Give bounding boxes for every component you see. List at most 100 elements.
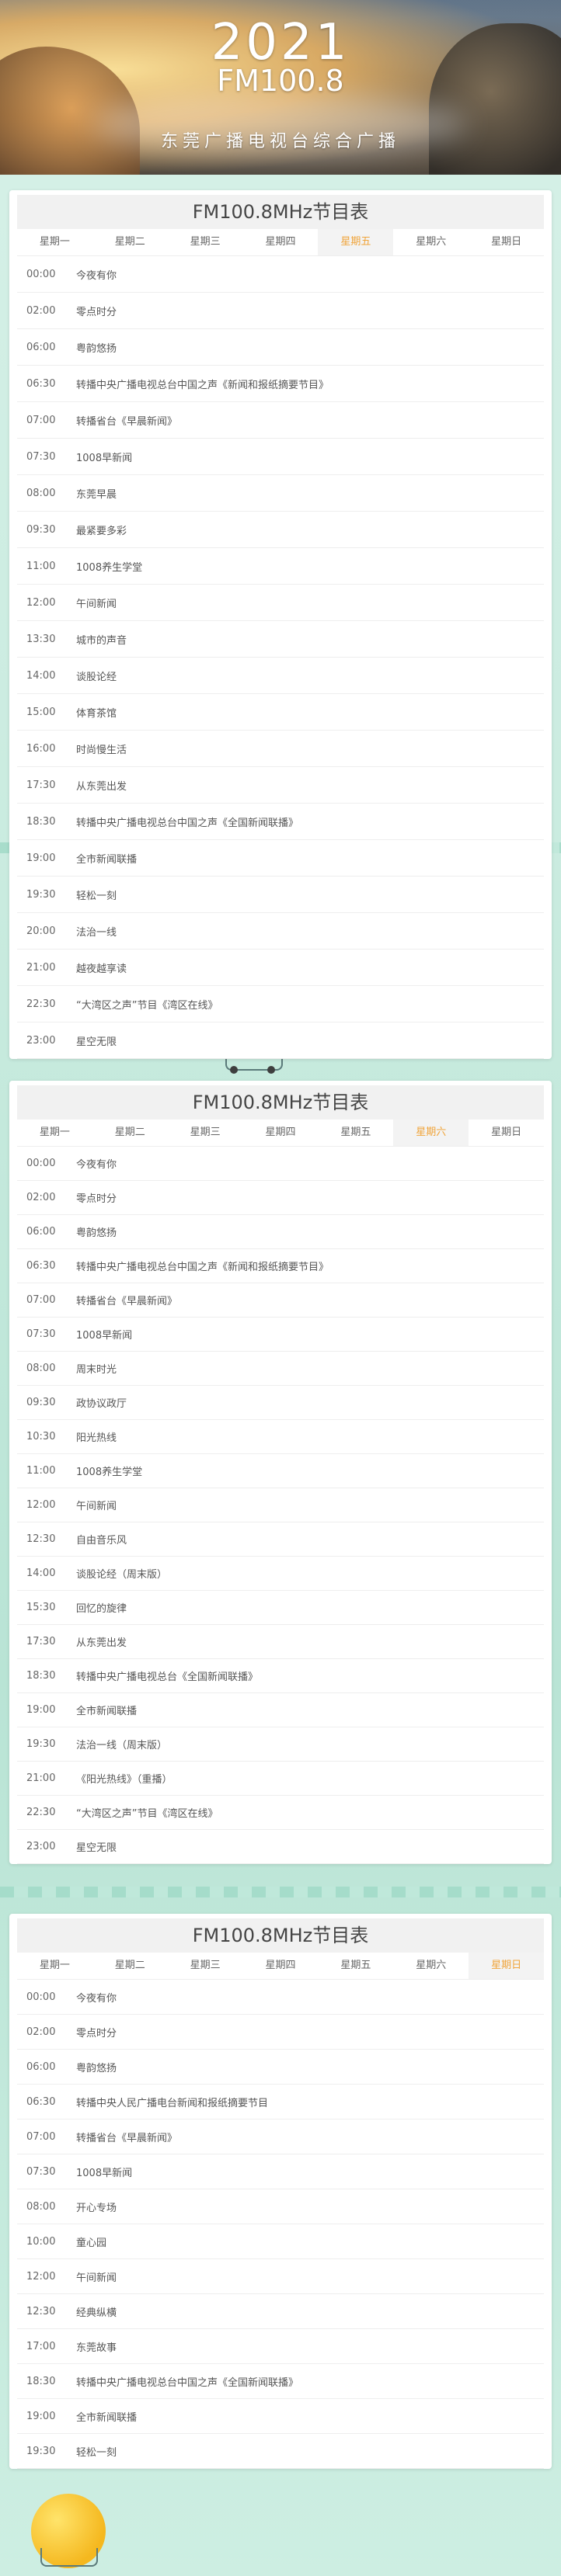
program-time: 00:00	[26, 1158, 56, 1169]
program-name: 今夜有你	[76, 1992, 117, 2005]
tab-weekday[interactable]: 星期一	[17, 229, 92, 255]
wheel-decoration	[230, 1066, 238, 1074]
program-row: 00:00 今夜有你	[17, 1147, 544, 1181]
tab-weekday[interactable]: 星期二	[92, 1953, 168, 1979]
program-time: 07:30	[26, 2165, 56, 2178]
program-time: 19:00	[26, 1704, 56, 1716]
program-name: 1008早新闻	[76, 2167, 133, 2179]
tab-weekday[interactable]: 星期三	[167, 229, 243, 255]
tab-weekday[interactable]: 星期六	[393, 229, 469, 255]
decorative-strip	[0, 1887, 561, 1897]
program-time: 12:00	[26, 2270, 56, 2283]
program-name: 转播中央广播电视总台中国之声《新闻和报纸摘要节目》	[76, 379, 329, 391]
tab-weekday[interactable]: 星期日	[469, 1953, 545, 1979]
program-time: 19:30	[26, 1738, 56, 1750]
program-name: 体育茶馆	[76, 707, 117, 720]
program-time: 07:00	[26, 2130, 56, 2143]
program-time: 07:30	[26, 450, 56, 463]
program-time: 02:00	[26, 304, 56, 317]
program-row: 11:00 1008养生学堂	[17, 1454, 544, 1488]
program-name: 星空无限	[76, 1036, 117, 1048]
program-row: 17:30 从东莞出发	[17, 767, 544, 804]
program-time: 18:30	[26, 2375, 56, 2387]
program-time: 15:00	[26, 706, 56, 718]
tab-weekday[interactable]: 星期五	[318, 229, 394, 255]
program-row: 18:30 转播中央广播电视总台中国之声《全国新闻联播》	[17, 2364, 544, 2399]
program-row: 00:00 今夜有你	[17, 256, 544, 293]
tab-weekday[interactable]: 星期五	[318, 1953, 394, 1979]
program-row: 17:30 从东莞出发	[17, 1625, 544, 1659]
program-row: 07:30 1008早新闻	[17, 439, 544, 475]
program-name: 周末时光	[76, 1364, 117, 1376]
program-name: 越夜越享读	[76, 963, 127, 975]
program-row: 02:00 零点时分	[17, 2015, 544, 2050]
tab-weekday[interactable]: 星期六	[393, 1120, 469, 1146]
program-name: 转播省台《早晨新闻》	[76, 2132, 178, 2144]
tab-weekday[interactable]: 星期一	[17, 1120, 92, 1146]
program-time: 12:30	[26, 1533, 56, 1545]
program-name: “大湾区之声”节目《湾区在线》	[76, 1808, 218, 1820]
schedule-card: FM100.8MHz节目表 星期一 星期二 星期三 星期四 星期五 星期六 星期日 00:0…	[9, 1081, 552, 1864]
program-name: 转播中央人民广播电台新闻和报纸摘要节目	[76, 2097, 269, 2109]
tab-weekday[interactable]: 星期三	[167, 1953, 243, 1979]
schedule-list: 00:00 今夜有你 02:00 零点时分 06:00 粤韵悠扬 06:30 转播中央人民广播…	[17, 1980, 544, 2469]
program-time: 15:30	[26, 1602, 56, 1613]
program-time: 23:00	[26, 1034, 56, 1047]
program-row: 07:00 转播省台《早晨新闻》	[17, 1283, 544, 1318]
program-name: 1008养生学堂	[76, 1467, 143, 1478]
tab-weekday[interactable]: 星期四	[242, 1953, 319, 1979]
program-time: 12:00	[26, 1499, 56, 1511]
program-row: 12:30 自由音乐风	[17, 1522, 544, 1557]
program-row: 12:00 午间新闻	[17, 1488, 544, 1522]
program-time: 02:00	[26, 1192, 56, 1203]
program-row: 07:00 转播省台《早晨新闻》	[17, 2119, 544, 2154]
program-name: 转播省台《早晨新闻》	[76, 415, 178, 428]
program-time: 07:30	[26, 1328, 56, 1340]
program-row: 07:30 1008早新闻	[17, 2154, 544, 2189]
program-name: 从东莞出发	[76, 780, 127, 793]
program-row: 19:00 全市新闻联播	[17, 840, 544, 877]
program-time: 09:30	[26, 523, 56, 536]
tab-weekday[interactable]: 星期五	[318, 1120, 394, 1146]
program-name: 今夜有你	[76, 269, 117, 282]
tab-weekday[interactable]: 星期一	[17, 1953, 92, 1979]
program-time: 23:00	[26, 1841, 56, 1852]
program-name: 午间新闻	[76, 2272, 117, 2284]
program-time: 12:00	[26, 596, 56, 609]
program-row: 06:00 粤韵悠扬	[17, 329, 544, 366]
tab-weekday[interactable]: 星期四	[242, 1120, 319, 1146]
tab-weekday[interactable]: 星期四	[242, 229, 319, 255]
wheel-decoration	[267, 1066, 275, 1074]
program-row: 16:00 时尚慢生活	[17, 731, 544, 767]
program-row: 06:30 转播中央广播电视总台中国之声《新闻和报纸摘要节目》	[17, 1249, 544, 1283]
program-name: 转播中央广播电视总台中国之声《全国新闻联播》	[76, 2376, 299, 2389]
program-name: 转播中央广播电视总台中国之声《新闻和报纸摘要节目》	[76, 1262, 329, 1273]
program-row: 00:00 今夜有你	[17, 1980, 544, 2015]
program-time: 16:00	[26, 742, 56, 755]
schedule-card: FM100.8MHz节目表 星期一 星期二 星期三 星期四 星期五 星期六 星期日 00:0…	[9, 190, 552, 1059]
program-row: 17:00 东莞故事	[17, 2329, 544, 2364]
tab-weekday[interactable]: 星期二	[92, 1120, 168, 1146]
program-name: 经典纵横	[76, 2307, 117, 2319]
program-name: 回忆的旋律	[76, 1603, 127, 1615]
program-time: 14:00	[26, 669, 56, 682]
program-row: 10:30 阳光热线	[17, 1420, 544, 1454]
program-time: 06:30	[26, 377, 56, 390]
program-name: 全市新闻联播	[76, 1706, 138, 1717]
tab-weekday[interactable]: 星期日	[469, 229, 545, 255]
program-row: 19:30 法治一线（周末版）	[17, 1727, 544, 1762]
program-row: 02:00 零点时分	[17, 293, 544, 329]
tab-weekday[interactable]: 星期二	[92, 229, 168, 255]
program-name: 轻松一刻	[76, 2446, 117, 2459]
program-time: 17:30	[26, 1636, 56, 1647]
program-time: 06:30	[26, 1260, 56, 1272]
program-time: 10:00	[26, 2235, 56, 2248]
tab-weekday[interactable]: 星期日	[469, 1120, 545, 1146]
tab-weekday[interactable]: 星期三	[167, 1120, 243, 1146]
program-name: 童心园	[76, 2237, 107, 2249]
hero-frequency: FM100.8	[217, 64, 344, 98]
program-name: 从东莞出发	[76, 1637, 127, 1649]
program-time: 07:00	[26, 1294, 56, 1306]
program-time: 20:00	[26, 925, 56, 937]
tab-weekday[interactable]: 星期六	[393, 1953, 469, 1979]
